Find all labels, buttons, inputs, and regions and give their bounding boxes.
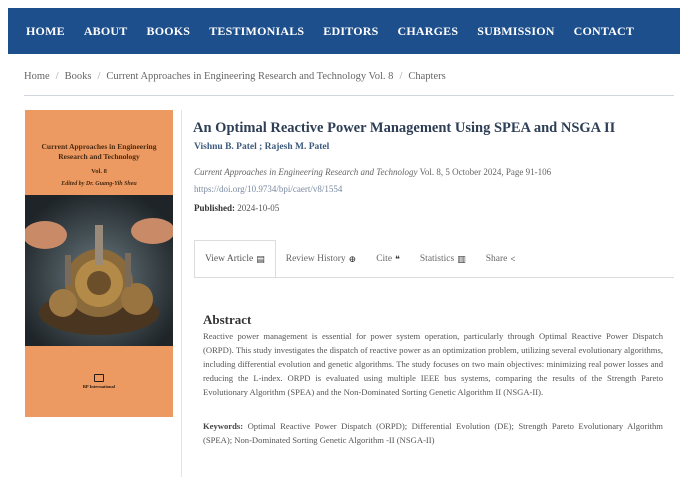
breadcrumb-home[interactable]: Home <box>24 71 50 82</box>
published-value: 2024-10-05 <box>237 203 280 213</box>
document-icon: ▤ <box>256 253 265 264</box>
nav-about[interactable]: ABOUT <box>84 24 128 39</box>
tab-cite[interactable]: Cite ❝ <box>366 240 410 278</box>
nav-home[interactable]: HOME <box>26 24 65 39</box>
tab-view-article[interactable]: View Article ▤ <box>194 240 276 278</box>
tab-label: Review History <box>285 254 346 264</box>
tab-label: Statistics <box>419 254 455 264</box>
book-cover[interactable]: Current Approaches in Engineering Resear… <box>25 110 173 417</box>
keywords-label: Keywords: <box>203 421 244 431</box>
article-tabs: View Article ▤ Review History ⊕ Cite ❝ S… <box>194 240 515 278</box>
published-label: Published: <box>194 203 236 213</box>
globe-icon: ⊕ <box>348 253 357 264</box>
column-divider <box>181 110 182 477</box>
chart-icon: ▥ <box>457 253 466 264</box>
tab-label: View Article <box>205 254 254 264</box>
breadcrumb-divider <box>24 95 674 96</box>
article-source: Current Approaches in Engineering Resear… <box>194 167 551 177</box>
publisher-logo-icon <box>93 374 104 383</box>
publisher-logo: BP International <box>83 374 115 389</box>
tab-label: Share <box>485 254 508 264</box>
article-authors[interactable]: Vishnu B. Patel ; Rajesh M. Patel <box>194 142 329 152</box>
cover-volume: Vol. 8 <box>91 168 107 176</box>
book-title[interactable]: Current Approaches in Engineering Resear… <box>194 167 417 177</box>
breadcrumb-chapters[interactable]: Chapters <box>408 71 445 82</box>
breadcrumb: Home / Books / Current Approaches in Eng… <box>24 71 446 82</box>
abstract-heading: Abstract <box>203 312 252 327</box>
breadcrumb-separator: / <box>97 71 101 82</box>
breadcrumb-book-title[interactable]: Current Approaches in Engineering Resear… <box>106 71 393 82</box>
nav-testimonials[interactable]: TESTIMONIALS <box>209 24 304 39</box>
nav-books[interactable]: BOOKS <box>147 24 191 39</box>
volume-date-pages: Vol. 8, 5 October 2024, Page 91-106 <box>417 167 552 177</box>
published-date: Published: 2024-10-05 <box>194 203 279 213</box>
nav-editors[interactable]: EDITORS <box>323 24 378 39</box>
breadcrumb-separator: / <box>55 71 59 82</box>
article-title: An Optimal Reactive Power Management Usi… <box>193 120 616 136</box>
tabs-divider <box>194 277 674 278</box>
doi-link[interactable]: https://doi.org/10.9734/bpi/caert/v8/155… <box>194 184 342 194</box>
share-icon: < <box>510 254 516 264</box>
cover-editor: Edited by Dr. Guang-Yih Sheu <box>61 181 137 188</box>
tab-label: Cite <box>376 254 393 264</box>
tab-share[interactable]: Share < <box>476 240 526 278</box>
keywords: Keywords: Optimal Reactive Power Dispatc… <box>203 419 663 447</box>
nav-contact[interactable]: CONTACT <box>574 24 635 39</box>
nav-charges[interactable]: CHARGES <box>398 24 459 39</box>
tab-review-history[interactable]: Review History ⊕ <box>276 240 366 278</box>
top-navigation: HOME ABOUT BOOKS TESTIMONIALS EDITORS CH… <box>8 8 680 54</box>
abstract-text: Reactive power management is essential f… <box>203 331 663 397</box>
tab-statistics[interactable]: Statistics ▥ <box>410 240 476 278</box>
breadcrumb-separator: / <box>399 71 403 82</box>
cover-artwork-image <box>25 195 173 347</box>
cover-title: Current Approaches in Engineering Resear… <box>41 142 157 162</box>
keywords-list: Optimal Reactive Power Dispatch (ORPD); … <box>203 421 663 445</box>
quote-icon: ❝ <box>395 253 400 264</box>
breadcrumb-books[interactable]: Books <box>65 71 92 82</box>
publisher-name: BP International <box>82 384 116 390</box>
nav-submission[interactable]: SUBMISSION <box>477 24 554 39</box>
